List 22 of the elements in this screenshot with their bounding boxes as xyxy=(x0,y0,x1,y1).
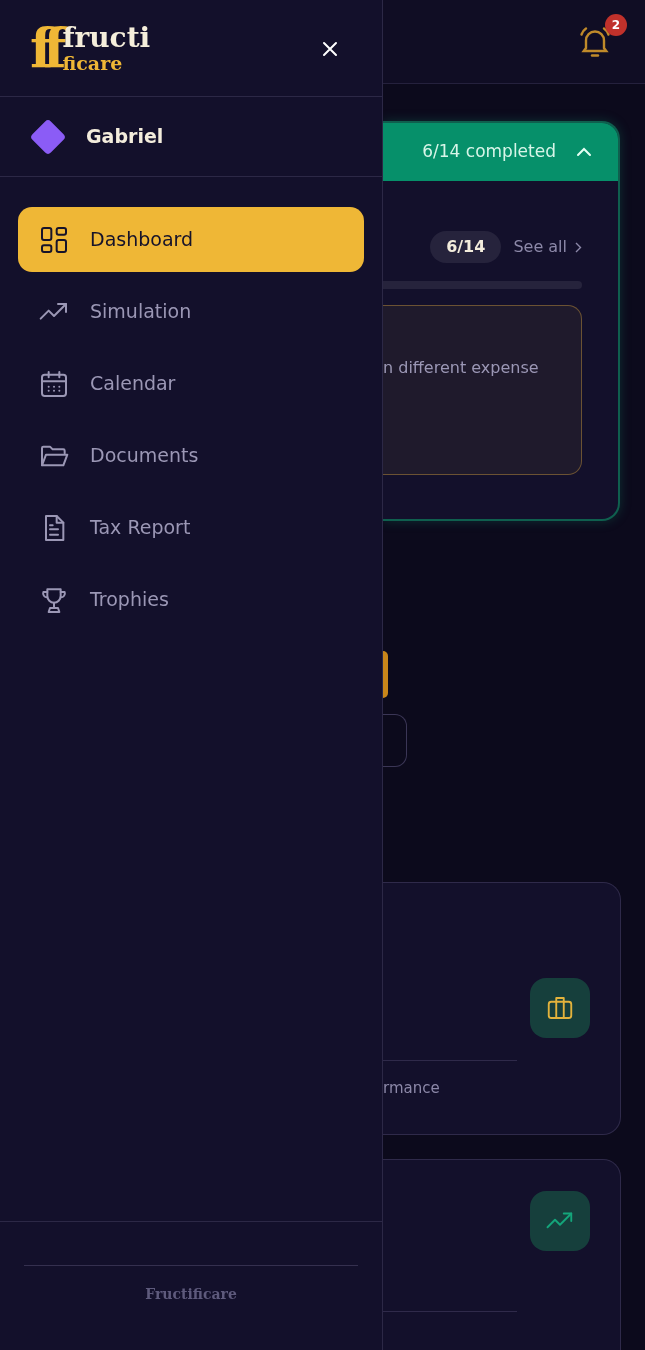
action-button[interactable] xyxy=(383,651,388,698)
progress-count: 6/14 xyxy=(430,231,502,263)
user-name: Gabriel xyxy=(86,124,164,150)
notification-badge: 2 xyxy=(605,13,627,36)
logo-text: fructi xyxy=(62,23,151,52)
chevron-up-icon xyxy=(576,147,592,157)
nav-item[interactable]: Dashboard xyxy=(18,207,364,272)
see-all-link[interactable]: See all xyxy=(513,235,582,259)
nav-item[interactable]: Tax Report xyxy=(18,495,364,560)
nav-item[interactable]: Simulation xyxy=(18,279,364,344)
progress-status: 6/14 completed xyxy=(422,140,556,164)
nav-item[interactable]: Trophies xyxy=(18,567,364,632)
card-text: rmance xyxy=(383,1078,441,1099)
logo-subtext: ficare xyxy=(62,53,124,73)
close-icon xyxy=(322,40,338,57)
nav-item[interactable]: Documents xyxy=(18,423,364,488)
footer-brand: Fructificare xyxy=(144,1285,238,1304)
progress-header[interactable]: 6/14 completed xyxy=(383,123,618,181)
notification-button[interactable]: 2 xyxy=(577,13,627,60)
nav-item[interactable]: Calendar xyxy=(18,351,364,416)
chevron-right-icon xyxy=(575,241,582,253)
tip-text: n different expense xyxy=(383,358,539,377)
